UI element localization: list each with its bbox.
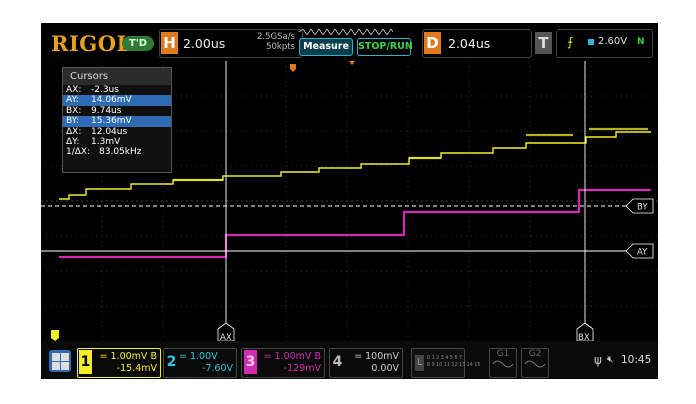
channel-3-label[interactable]: 3 <box>244 350 257 374</box>
memory-waveform-indicator-icon <box>299 29 393 35</box>
home-menu-icon[interactable] <box>49 350 71 372</box>
trigger-source-icon <box>588 39 594 45</box>
channel-4-label[interactable]: 4 <box>331 350 344 374</box>
delay-marker-icon <box>349 61 355 65</box>
speaker-muted-icon[interactable]: 🔇︎ <box>607 354 613 365</box>
svg-text:AX: AX <box>220 333 232 341</box>
sine-wave-icon <box>524 360 546 368</box>
sine-wave-icon <box>492 360 514 368</box>
horizontal-label[interactable]: H <box>161 32 178 54</box>
channel-1-label[interactable]: 1 <box>79 350 92 374</box>
memory-depth: 50kpts <box>266 42 295 52</box>
digital-channels-panel[interactable]: L 0 1 2 3 4 5 6 7 8 9 10 11 12 13 14 15 <box>411 348 480 378</box>
rising-edge-icon: ⨍ <box>567 35 574 49</box>
cursor-readout-row: AY: 14.06mV <box>63 95 171 106</box>
cursor-bx-marker[interactable]: BX <box>576 322 594 341</box>
ch3-waveform <box>59 188 651 259</box>
clock-time: 10:45 <box>621 354 652 366</box>
channel-4-readout: = 100mV 0.00V <box>354 351 399 374</box>
trigger-position-marker-icon <box>290 64 296 72</box>
cursor-readout-row: BX: 9.74us <box>66 105 122 116</box>
brand-logo: RIGOL <box>51 31 132 56</box>
cursor-ay-marker[interactable]: AY <box>625 243 654 259</box>
delay-label[interactable]: D <box>424 32 441 54</box>
cursors-readout: AX: -2.3us AY: 14.06mV BX: 9.74us BY: 15.36m… <box>63 85 171 158</box>
cursors-panel-title: Cursors <box>63 68 171 85</box>
trigger-label[interactable]: T <box>535 32 552 54</box>
top-status-bar: RIGOL T'D H 2.00us 2.5GSa/s 50kpts Measu… <box>41 23 658 61</box>
cursors-panel[interactable]: Cursors AX: -2.3us AY: 14.06mV BX: 9.74us B… <box>62 67 172 173</box>
sample-rate: 2.5GSa/s <box>256 32 295 42</box>
bottom-status-bar: 1 = 1.00mV B -15.4mV 2 = 1.00V -7.60V 3 … <box>41 341 658 379</box>
cursor-readout-row: BY: 15.36mV <box>63 116 171 127</box>
cursor-readout-row: ΔX: 12.04us <box>66 126 128 137</box>
digital-label: L <box>415 355 424 371</box>
stop-run-button[interactable]: STOP/RUN <box>357 38 413 56</box>
channel-3-readout: = 1.00mV B -129mV <box>263 351 321 374</box>
cursor-readout-row: 1/ΔX: 83.05kHz <box>66 147 142 158</box>
measure-button[interactable]: Measure <box>299 38 353 56</box>
acquisition-info: 2.5GSa/s 50kpts <box>235 32 295 52</box>
channel-2-label[interactable]: 2 <box>165 350 178 374</box>
cursor-by-marker[interactable]: BY <box>625 198 654 214</box>
cursor-readout-row: ΔY: 1.3mV <box>66 136 121 147</box>
ch1-ground-marker-icon <box>51 330 59 341</box>
generator-1-button[interactable]: G1 <box>489 348 517 378</box>
svg-text:BY: BY <box>637 203 648 213</box>
oscilloscope-screen: RIGOL T'D H 2.00us 2.5GSa/s 50kpts Measu… <box>41 23 658 379</box>
channel-2-readout: = 1.00V -7.60V <box>179 351 233 374</box>
generator-2-button[interactable]: G2 <box>521 348 549 378</box>
cursor-ax-marker[interactable]: AX <box>217 322 235 341</box>
timebase-value: 2.00us <box>183 36 226 51</box>
trigger-mode: N <box>637 37 645 47</box>
channel-1-readout: = 1.00mV B -15.4mV <box>99 351 157 374</box>
svg-text:BX: BX <box>578 333 590 341</box>
svg-text:AY: AY <box>637 248 648 258</box>
trigger-status-badge: T'D <box>122 36 154 51</box>
cursor-readout-row: AX: -2.3us <box>66 85 119 95</box>
trigger-level: 2.60V <box>598 36 628 47</box>
screenshot-frame: RIGOL T'D H 2.00us 2.5GSa/s 50kpts Measu… <box>0 0 696 404</box>
delay-value: 2.04us <box>448 36 491 51</box>
usb-icon: ψ <box>594 353 602 367</box>
digital-channel-numbers: 0 1 2 3 4 5 6 7 8 9 10 11 12 13 14 15 <box>427 356 481 368</box>
